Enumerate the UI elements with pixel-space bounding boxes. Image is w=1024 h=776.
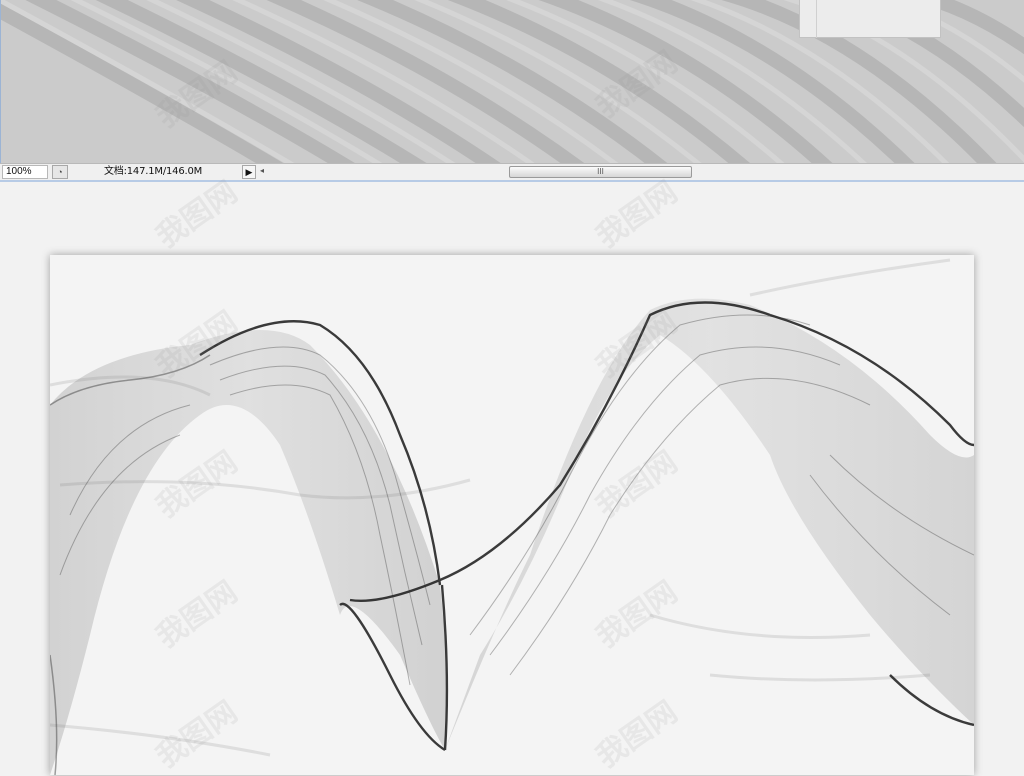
scroll-left-arrow-icon[interactable]: ◂ xyxy=(260,166,264,175)
document-canvas-top[interactable] xyxy=(0,0,1024,163)
status-bar: 100% ◔ 文档:147.1M/146.0M ▶ ◂ III xyxy=(0,163,1024,180)
horizontal-scrollbar-thumb[interactable]: III xyxy=(509,166,692,178)
floating-panel-tab[interactable] xyxy=(799,0,941,38)
panel-separator-line xyxy=(0,180,1024,182)
status-menu-icon[interactable]: ◔ xyxy=(52,165,68,179)
artwork-preview xyxy=(50,255,974,775)
play-right-icon[interactable]: ▶ xyxy=(242,165,256,179)
panel-divider xyxy=(816,0,817,38)
zoom-level-field[interactable]: 100% xyxy=(2,165,48,179)
ink-ribbon-illustration xyxy=(50,258,974,775)
document-size-info: 文档:147.1M/146.0M xyxy=(104,166,203,177)
